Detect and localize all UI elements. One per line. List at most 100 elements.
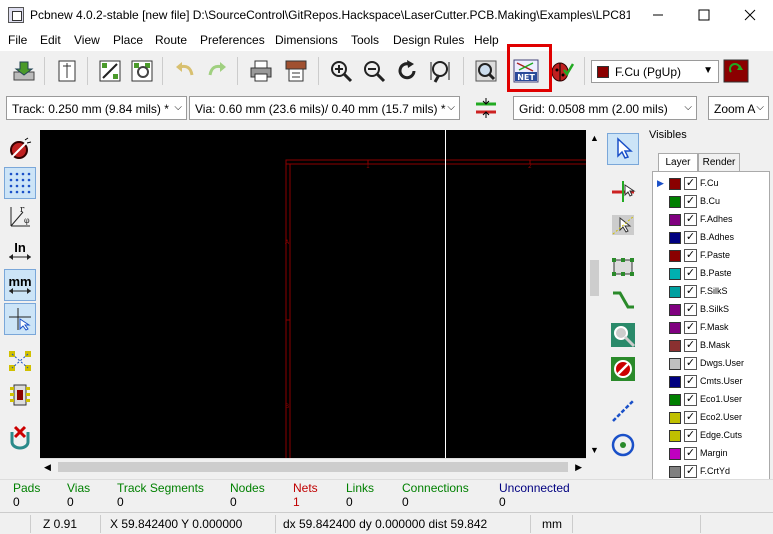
layer-visibility-checkbox[interactable]: ✓	[684, 339, 697, 352]
layer-color-swatch[interactable]	[669, 286, 681, 298]
via-size-select[interactable]: Via: 0.60 mm (23.6 mils)/ 0.40 mm (15.7 …	[189, 96, 460, 120]
layer-color-swatch[interactable]	[669, 358, 681, 370]
layer-visibility-checkbox[interactable]: ✓	[684, 177, 697, 190]
add-keepout-button[interactable]	[607, 353, 639, 385]
menu-dimensions[interactable]: Dimensions	[275, 33, 338, 47]
layer-row[interactable]: ✓ F.Mask	[653, 319, 769, 337]
zoom-in-button[interactable]	[326, 56, 356, 86]
auto-track-width-button[interactable]	[471, 93, 501, 123]
active-layer-select[interactable]: F.Cu (PgUp) ▼	[591, 60, 719, 83]
cursor-shape-button[interactable]	[4, 303, 36, 335]
layer-visibility-checkbox[interactable]: ✓	[684, 231, 697, 244]
redo-button[interactable]	[202, 56, 232, 86]
scroll-right-icon[interactable]: ▶	[575, 462, 582, 473]
layer-color-swatch[interactable]	[669, 268, 681, 280]
scroll-down-icon[interactable]: ▼	[590, 445, 599, 455]
pcbnew-app-icon[interactable]	[8, 7, 24, 23]
inch-units-button[interactable]: In	[4, 235, 36, 267]
horizontal-scroll-thumb[interactable]	[58, 462, 568, 472]
zoom-out-button[interactable]	[359, 56, 389, 86]
local-ratsnest-button[interactable]	[607, 209, 639, 241]
layer-visibility-checkbox[interactable]: ✓	[684, 375, 697, 388]
layer-visibility-checkbox[interactable]: ✓	[684, 429, 697, 442]
layer-visibility-checkbox[interactable]: ✓	[684, 321, 697, 334]
close-button[interactable]	[727, 0, 773, 30]
layer-color-swatch[interactable]	[669, 430, 681, 442]
horizontal-scrollbar[interactable]: ◀ ▶	[40, 458, 586, 475]
add-via-button[interactable]	[607, 319, 639, 351]
layer-color-swatch[interactable]	[669, 376, 681, 388]
layer-visibility-checkbox[interactable]: ✓	[684, 357, 697, 370]
layer-color-swatch[interactable]	[669, 340, 681, 352]
menu-preferences[interactable]: Preferences	[200, 33, 265, 47]
layer-visibility-checkbox[interactable]: ✓	[684, 447, 697, 460]
show-ratsnest-button[interactable]	[4, 345, 36, 377]
layer-color-swatch[interactable]	[669, 196, 681, 208]
layer-row[interactable]: ✓ B.Paste	[653, 265, 769, 283]
menu-place[interactable]: Place	[113, 33, 143, 47]
layer-color-swatch[interactable]	[669, 394, 681, 406]
tab-layer[interactable]: Layer	[658, 153, 698, 171]
menu-view[interactable]: View	[74, 33, 100, 47]
print-button[interactable]	[246, 56, 276, 86]
mm-units-button[interactable]: mm	[4, 269, 36, 301]
layer-row[interactable]: ✓ F.SilkS	[653, 283, 769, 301]
layer-visibility-checkbox[interactable]: ✓	[684, 411, 697, 424]
pcb-canvas[interactable]: 1 2 A B	[40, 130, 586, 458]
menu-help[interactable]: Help	[474, 33, 499, 47]
add-circle-button[interactable]	[607, 429, 639, 461]
menu-route[interactable]: Route	[155, 33, 187, 47]
plot-button[interactable]	[281, 56, 311, 86]
layer-row[interactable]: ✓ Eco2.User	[653, 409, 769, 427]
select-tool-button[interactable]	[607, 133, 639, 165]
menu-design-rules[interactable]: Design Rules	[393, 33, 464, 47]
menu-tools[interactable]: Tools	[351, 33, 379, 47]
vertical-scrollbar[interactable]: ▲ ▼	[586, 130, 603, 458]
route-track-button[interactable]	[607, 285, 639, 317]
layer-color-swatch[interactable]	[669, 322, 681, 334]
minimize-button[interactable]	[635, 0, 681, 30]
vertical-scroll-thumb[interactable]	[590, 260, 599, 296]
layer-color-swatch[interactable]	[669, 412, 681, 424]
maximize-button[interactable]	[681, 0, 727, 30]
module-ratsnest-button[interactable]	[4, 379, 36, 411]
layer-row[interactable]: ✓ Edge.Cuts	[653, 427, 769, 445]
layer-visibility-checkbox[interactable]: ✓	[684, 267, 697, 280]
drc-off-button[interactable]	[4, 133, 36, 165]
page-settings-button[interactable]	[52, 56, 82, 86]
layer-visibility-checkbox[interactable]: ✓	[684, 303, 697, 316]
layer-row[interactable]: ✓ F.CrtYd	[653, 463, 769, 479]
layer-color-swatch[interactable]	[669, 250, 681, 262]
layer-row[interactable]: ✓ F.Paste	[653, 247, 769, 265]
layer-row[interactable]: ✓ Cmts.User	[653, 373, 769, 391]
menu-edit[interactable]: Edit	[40, 33, 61, 47]
footprint-viewer-button[interactable]	[127, 56, 157, 86]
footprint-editor-button[interactable]	[95, 56, 125, 86]
find-button[interactable]	[471, 56, 501, 86]
layer-row[interactable]: ✓ B.Cu	[653, 193, 769, 211]
layer-color-swatch[interactable]	[669, 448, 681, 460]
auto-delete-track-button[interactable]	[4, 421, 36, 453]
redraw-button[interactable]	[392, 56, 422, 86]
layer-visibility-checkbox[interactable]: ✓	[684, 465, 697, 478]
add-footprint-button[interactable]	[607, 251, 639, 283]
layer-row[interactable]: ✓ B.Adhes	[653, 229, 769, 247]
tab-render[interactable]: Render	[698, 153, 740, 171]
layer-visibility-checkbox[interactable]: ✓	[684, 285, 697, 298]
add-graphic-line-button[interactable]	[607, 395, 639, 427]
grid-select[interactable]: Grid: 0.0508 mm (2.00 mils) ⌵	[513, 96, 697, 120]
scroll-left-icon[interactable]: ◀	[44, 462, 51, 473]
highlight-net-button[interactable]	[607, 175, 639, 207]
layer-row[interactable]: ✓ B.Mask	[653, 337, 769, 355]
layer-color-swatch[interactable]	[669, 466, 681, 478]
layer-visibility-checkbox[interactable]: ✓	[684, 195, 697, 208]
layer-visibility-checkbox[interactable]: ✓	[684, 213, 697, 226]
layer-visibility-checkbox[interactable]: ✓	[684, 249, 697, 262]
layer-color-swatch[interactable]	[669, 178, 681, 190]
track-width-select[interactable]: Track: 0.250 mm (9.84 mils) * ⌵	[6, 96, 187, 120]
layer-row[interactable]: ✓ B.SilkS	[653, 301, 769, 319]
layer-color-swatch[interactable]	[669, 214, 681, 226]
layer-row[interactable]: ✓ Dwgs.User	[653, 355, 769, 373]
new-board-button[interactable]	[9, 56, 39, 86]
layer-row[interactable]: ▶ ✓ F.Cu	[653, 175, 769, 193]
